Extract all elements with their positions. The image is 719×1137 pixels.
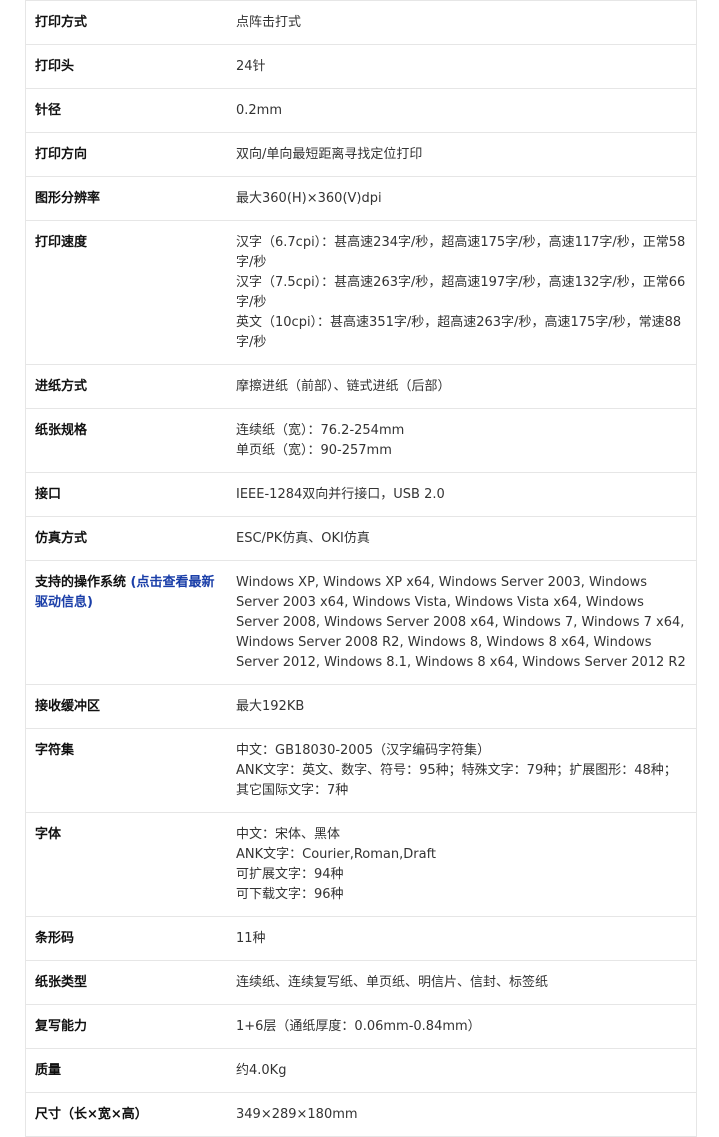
spec-row: 质量 约4.0Kg xyxy=(25,1048,697,1093)
spec-label: 打印方向 xyxy=(25,132,227,177)
spec-row: 进纸方式 摩擦进纸（前部）、链式进纸（后部） xyxy=(25,364,697,409)
spec-row: 字符集 中文：GB18030-2005（汉字编码字符集） ANK文字：英文、数字… xyxy=(25,728,697,813)
spec-value-line: 1+6层（通纸厚度：0.06mm-0.84mm） xyxy=(236,1019,481,1034)
spec-value-line: 双向/单向最短距离寻找定位打印 xyxy=(236,147,423,162)
spec-value: IEEE-1284双向并行接口，USB 2.0 xyxy=(227,472,697,517)
spec-value: 中文：宋体、黑体 ANK文字：Courier,Roman,Draft 可扩展文字… xyxy=(227,812,697,917)
spec-row: 打印头 24针 xyxy=(25,44,697,89)
spec-value-line: 11种 xyxy=(236,931,266,946)
spec-row: 图形分辨率 最大360(H)×360(V)dpi xyxy=(25,176,697,221)
spec-value-line: 24针 xyxy=(236,59,266,74)
spec-value-line: 点阵击打式 xyxy=(236,15,302,30)
spec-value: Windows XP, Windows XP x64, Windows Serv… xyxy=(227,560,697,685)
spec-label: 质量 xyxy=(25,1048,227,1093)
spec-table-body: 打印方式 点阵击打式 打印头 24针 针径 0.2mm 打印方向 双向/单向最短… xyxy=(25,0,697,1137)
spec-label: 打印方式 xyxy=(25,0,227,45)
spec-label: 字符集 xyxy=(25,728,227,813)
spec-row: 纸张规格 连续纸（宽）：76.2-254mm 单页纸（宽）：90-257mm xyxy=(25,408,697,473)
spec-value-line: 中文：GB18030-2005（汉字编码字符集） xyxy=(236,743,491,758)
spec-value: 11种 xyxy=(227,916,697,961)
spec-table: 打印方式 点阵击打式 打印头 24针 针径 0.2mm 打印方向 双向/单向最短… xyxy=(25,0,697,1137)
spec-value: 点阵击打式 xyxy=(227,0,697,45)
spec-label-text: 支持的操作系统 xyxy=(35,575,127,590)
spec-value: 1+6层（通纸厚度：0.06mm-0.84mm） xyxy=(227,1004,697,1049)
spec-value: 约4.0Kg xyxy=(227,1048,697,1093)
spec-label: 打印头 xyxy=(25,44,227,89)
spec-value-line: 连续纸、连续复写纸、单页纸、明信片、信封、标签纸 xyxy=(236,975,549,990)
spec-value: 汉字（6.7cpi）：甚高速234字/秒，超高速175字/秒，高速117字/秒，… xyxy=(227,220,697,365)
spec-label: 支持的操作系统 (点击查看最新驱动信息) xyxy=(25,560,227,685)
spec-row: 尺寸（长×宽×高） 349×289×180mm xyxy=(25,1092,697,1137)
spec-row: 接收缓冲区 最大192KB xyxy=(25,684,697,729)
spec-value-line: 约4.0Kg xyxy=(236,1063,287,1078)
spec-value-line: 摩擦进纸（前部）、链式进纸（后部） xyxy=(236,379,451,394)
spec-value: 最大360(H)×360(V)dpi xyxy=(227,176,697,221)
spec-label: 进纸方式 xyxy=(25,364,227,409)
spec-value-line: ANK文字：英文、数字、符号：95种；特殊文字：79种；扩展图形：48种；其它国… xyxy=(236,763,677,798)
spec-label: 纸张类型 xyxy=(25,960,227,1005)
spec-row: 打印方向 双向/单向最短距离寻找定位打印 xyxy=(25,132,697,177)
spec-row: 纸张类型 连续纸、连续复写纸、单页纸、明信片、信封、标签纸 xyxy=(25,960,697,1005)
spec-label: 接口 xyxy=(25,472,227,517)
spec-row: 打印方式 点阵击打式 xyxy=(25,0,697,45)
spec-value: 0.2mm xyxy=(227,88,697,133)
spec-value-line: 汉字（6.7cpi）：甚高速234字/秒，超高速175字/秒，高速117字/秒，… xyxy=(236,235,686,270)
spec-row: 支持的操作系统 (点击查看最新驱动信息) Windows XP, Windows… xyxy=(25,560,697,685)
spec-row: 接口 IEEE-1284双向并行接口，USB 2.0 xyxy=(25,472,697,517)
spec-row: 打印速度 汉字（6.7cpi）：甚高速234字/秒，超高速175字/秒，高速11… xyxy=(25,220,697,365)
spec-row: 仿真方式 ESC/PK仿真、OKI仿真 xyxy=(25,516,697,561)
spec-value-line: 英文（10cpi）：甚高速351字/秒，超高速263字/秒，高速175字/秒，常… xyxy=(236,315,682,350)
spec-label: 尺寸（长×宽×高） xyxy=(25,1092,227,1137)
spec-row: 复写能力 1+6层（通纸厚度：0.06mm-0.84mm） xyxy=(25,1004,697,1049)
spec-value-line: 349×289×180mm xyxy=(236,1107,358,1122)
spec-label: 字体 xyxy=(25,812,227,917)
spec-value: 最大192KB xyxy=(227,684,697,729)
spec-label: 复写能力 xyxy=(25,1004,227,1049)
spec-value: 349×289×180mm xyxy=(227,1092,697,1137)
spec-value: 24针 xyxy=(227,44,697,89)
spec-value-line: 0.2mm xyxy=(236,103,283,118)
spec-value-line: ESC/PK仿真、OKI仿真 xyxy=(236,531,370,546)
spec-value-line: 单页纸（宽）：90-257mm xyxy=(236,443,392,458)
spec-value-line: 连续纸（宽）：76.2-254mm xyxy=(236,423,405,438)
spec-value: 连续纸、连续复写纸、单页纸、明信片、信封、标签纸 xyxy=(227,960,697,1005)
spec-value: 中文：GB18030-2005（汉字编码字符集） ANK文字：英文、数字、符号：… xyxy=(227,728,697,813)
spec-row: 针径 0.2mm xyxy=(25,88,697,133)
spec-value-line: IEEE-1284双向并行接口，USB 2.0 xyxy=(236,487,445,502)
spec-label: 仿真方式 xyxy=(25,516,227,561)
spec-value: 双向/单向最短距离寻找定位打印 xyxy=(227,132,697,177)
spec-value: ESC/PK仿真、OKI仿真 xyxy=(227,516,697,561)
spec-label: 条形码 xyxy=(25,916,227,961)
spec-label: 针径 xyxy=(25,88,227,133)
spec-value-line: 中文：宋体、黑体 xyxy=(236,827,341,842)
spec-label: 接收缓冲区 xyxy=(25,684,227,729)
spec-value-line: 汉字（7.5cpi）：甚高速263字/秒，超高速197字/秒，高速132字/秒，… xyxy=(236,275,686,310)
spec-value: 摩擦进纸（前部）、链式进纸（后部） xyxy=(227,364,697,409)
spec-row: 条形码 11种 xyxy=(25,916,697,961)
spec-value-line: 可扩展文字：94种 xyxy=(236,867,344,882)
spec-value-line: 可下载文字：96种 xyxy=(236,887,344,902)
spec-label: 打印速度 xyxy=(25,220,227,365)
spec-value-line: Windows XP, Windows XP x64, Windows Serv… xyxy=(236,575,686,670)
spec-label: 图形分辨率 xyxy=(25,176,227,221)
spec-value-line: 最大192KB xyxy=(236,699,305,714)
spec-row: 字体 中文：宋体、黑体 ANK文字：Courier,Roman,Draft 可扩… xyxy=(25,812,697,917)
spec-value: 连续纸（宽）：76.2-254mm 单页纸（宽）：90-257mm xyxy=(227,408,697,473)
spec-value-line: 最大360(H)×360(V)dpi xyxy=(236,191,382,206)
spec-label: 纸张规格 xyxy=(25,408,227,473)
spec-value-line: ANK文字：Courier,Roman,Draft xyxy=(236,847,437,862)
